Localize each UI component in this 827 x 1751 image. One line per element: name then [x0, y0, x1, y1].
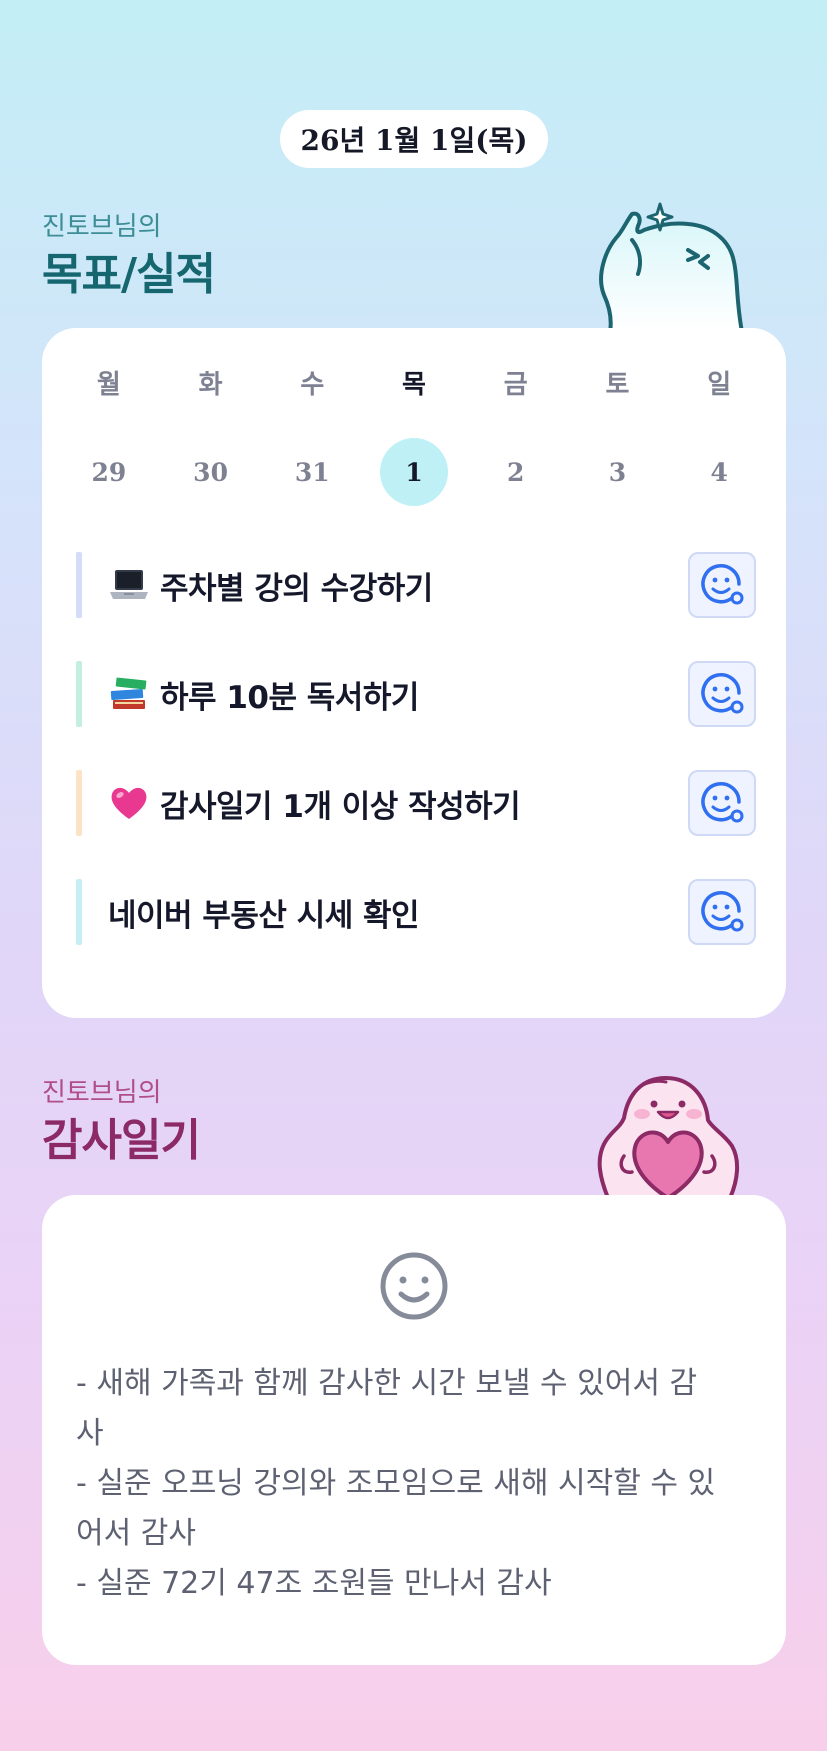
goal-item[interactable]: 네이버 부동산 시세 확인: [76, 878, 756, 946]
weekday-thu: 목: [402, 370, 426, 400]
smile-face-add-icon: [701, 564, 744, 605]
date-cell[interactable]: 31: [261, 438, 363, 506]
goal-item[interactable]: 주차별 강의 수강하기: [76, 551, 756, 619]
weekday-header: 월 화 수 목 금 토 일: [58, 368, 770, 402]
goal-content: 감사일기 1개 이상 작성하기: [108, 781, 688, 826]
date-pill[interactable]: 26년 1월 1일(목): [280, 110, 548, 168]
diary-line: - 실준 오프닝 강의와 조모임으로 새해 시작할 수 있: [76, 1466, 716, 1501]
diary-line: - 실준 72기 47조 조원들 만나서 감사: [76, 1566, 552, 1601]
goals-title: 목표/실적: [42, 249, 216, 300]
diary-line: - 새해 가족과 함께 감사한 시간 보낼 수 있어서 감: [76, 1366, 698, 1401]
goals-card: 월 화 수 목 금 토 일 29 30 31 1 2 3 4 주차별 강의 수강: [42, 328, 786, 1018]
weekday-sat: 토: [605, 370, 630, 400]
goal-color-bar: [76, 770, 82, 836]
goal-color-bar: [76, 552, 82, 618]
date-number: 30: [193, 457, 228, 487]
date-cell[interactable]: 29: [58, 438, 160, 506]
diary-card: - 새해 가족과 함께 감사한 시간 보낼 수 있어서 감 사 - 실준 오프닝…: [42, 1195, 786, 1665]
date-number: 4: [710, 457, 728, 487]
weekday-mon: 월: [96, 370, 121, 400]
smile-face-add-icon: [701, 673, 744, 714]
week-dates: 29 30 31 1 2 3 4: [58, 438, 770, 506]
laptop-icon: [108, 568, 150, 602]
goal-label: 주차별 강의 수강하기: [160, 570, 433, 607]
goal-color-bar: [76, 879, 82, 945]
smile-face-add-icon: [701, 782, 744, 823]
diary-line: 사: [76, 1416, 104, 1451]
date-cell-selected[interactable]: 1: [363, 438, 465, 506]
goal-reaction-button[interactable]: [688, 661, 756, 727]
mascot-heart-character-icon: [597, 1076, 739, 1198]
goal-reaction-button[interactable]: [688, 770, 756, 836]
goal-content: 주차별 강의 수강하기: [108, 563, 688, 608]
date-number: 29: [91, 457, 127, 487]
date-cell[interactable]: 3: [567, 438, 669, 506]
goal-color-bar: [76, 661, 82, 727]
goal-item[interactable]: 감사일기 1개 이상 작성하기: [76, 769, 756, 837]
weekday-sun: 일: [707, 370, 732, 400]
date-cell[interactable]: 4: [668, 438, 770, 506]
goal-label: 감사일기 1개 이상 작성하기: [160, 788, 521, 825]
pink-heart-icon: [108, 785, 150, 821]
goal-label: 하루 10분 독서하기: [160, 679, 419, 716]
goal-content: 네이버 부동산 시세 확인: [108, 890, 688, 935]
goal-item[interactable]: 하루 10분 독서하기: [76, 660, 756, 728]
mascot-character-icon: [599, 202, 744, 332]
date-number: 1: [380, 438, 449, 506]
weekday-tue: 화: [198, 370, 223, 400]
date-cell[interactable]: 30: [160, 438, 262, 506]
books-icon: [108, 676, 150, 712]
diary-line: 어서 감사: [76, 1516, 196, 1551]
date-cell[interactable]: 2: [465, 438, 567, 506]
diary-entry: - 새해 가족과 함께 감사한 시간 보낼 수 있어서 감 사 - 실준 오프닝…: [76, 1359, 752, 1609]
weekday-wed: 수: [300, 370, 325, 400]
date-number: 2: [507, 457, 525, 487]
goal-reaction-button[interactable]: [688, 879, 756, 945]
smile-face-icon[interactable]: [378, 1250, 450, 1322]
goal-reaction-button[interactable]: [688, 552, 756, 618]
date-number: 3: [608, 457, 627, 487]
goal-label: 네이버 부동산 시세 확인: [108, 897, 420, 934]
smile-face-add-icon: [701, 891, 744, 932]
goal-content: 하루 10분 독서하기: [108, 672, 688, 717]
diary-title: 감사일기: [42, 1115, 201, 1166]
date-number: 31: [294, 457, 330, 487]
weekday-fri: 금: [503, 370, 528, 400]
